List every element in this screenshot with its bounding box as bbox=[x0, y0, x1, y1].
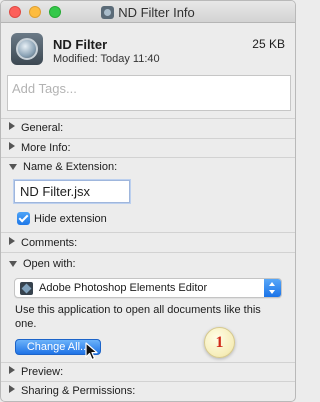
file-size: 25 KB bbox=[252, 37, 285, 51]
divider bbox=[1, 118, 295, 119]
mouse-pointer-icon bbox=[85, 342, 98, 361]
section-sharing-permissions[interactable]: Sharing & Permissions: bbox=[9, 385, 135, 397]
disclosure-triangle-icon[interactable] bbox=[9, 142, 15, 150]
chevron-updown-icon[interactable] bbox=[264, 279, 281, 297]
disclosure-triangle-icon[interactable] bbox=[9, 164, 17, 170]
section-open-with[interactable]: Open with: bbox=[9, 258, 76, 270]
divider bbox=[1, 252, 295, 253]
divider bbox=[1, 138, 295, 139]
section-general[interactable]: General: bbox=[9, 122, 63, 134]
hide-extension-option[interactable]: Hide extension bbox=[17, 212, 107, 225]
open-with-help-text: Use this application to open all documen… bbox=[15, 304, 261, 330]
section-comments-label: Comments: bbox=[21, 237, 78, 249]
modified-date: Modified: Today 11:40 bbox=[53, 53, 160, 65]
section-preview[interactable]: Preview: bbox=[9, 366, 63, 378]
hide-extension-label: Hide extension bbox=[34, 213, 107, 225]
open-with-select[interactable]: Adobe Photoshop Elements Editor bbox=[14, 278, 282, 298]
tags-input[interactable]: Add Tags... bbox=[7, 75, 291, 111]
disclosure-triangle-icon[interactable] bbox=[9, 261, 17, 267]
section-preview-label: Preview: bbox=[21, 366, 64, 378]
file-icon bbox=[11, 33, 43, 65]
window-title-text: ND Filter Info bbox=[118, 5, 195, 20]
divider bbox=[1, 381, 295, 382]
section-name-extension-label: Name & Extension: bbox=[23, 161, 118, 173]
lens-icon bbox=[16, 38, 38, 60]
section-sharing-permissions-label: Sharing & Permissions: bbox=[21, 385, 136, 397]
hide-extension-checkbox[interactable] bbox=[17, 212, 30, 225]
divider bbox=[1, 232, 295, 233]
section-comments[interactable]: Comments: bbox=[9, 237, 77, 249]
step-number-badge: 1 bbox=[204, 327, 235, 358]
divider bbox=[1, 362, 295, 363]
section-name-extension[interactable]: Name & Extension: bbox=[9, 161, 117, 173]
photoshop-elements-icon bbox=[20, 282, 33, 295]
disclosure-triangle-icon[interactable] bbox=[9, 385, 15, 393]
info-window: ND Filter Info ND Filter 25 KB Modified:… bbox=[0, 0, 296, 402]
open-with-selected-app: Adobe Photoshop Elements Editor bbox=[39, 282, 208, 294]
window-title: ND Filter Info bbox=[1, 5, 295, 20]
file-name: ND Filter bbox=[53, 37, 108, 52]
section-open-with-label: Open with: bbox=[23, 258, 76, 270]
section-general-label: General: bbox=[21, 122, 64, 134]
section-more-info-label: More Info: bbox=[21, 142, 71, 154]
divider bbox=[1, 157, 295, 158]
disclosure-triangle-icon[interactable] bbox=[9, 237, 15, 245]
jsx-file-icon bbox=[101, 6, 115, 19]
title-bar[interactable]: ND Filter Info bbox=[1, 1, 295, 23]
disclosure-triangle-icon[interactable] bbox=[9, 122, 15, 130]
section-more-info[interactable]: More Info: bbox=[9, 142, 71, 154]
filename-field[interactable]: ND Filter.jsx bbox=[14, 180, 130, 203]
disclosure-triangle-icon[interactable] bbox=[9, 366, 15, 374]
